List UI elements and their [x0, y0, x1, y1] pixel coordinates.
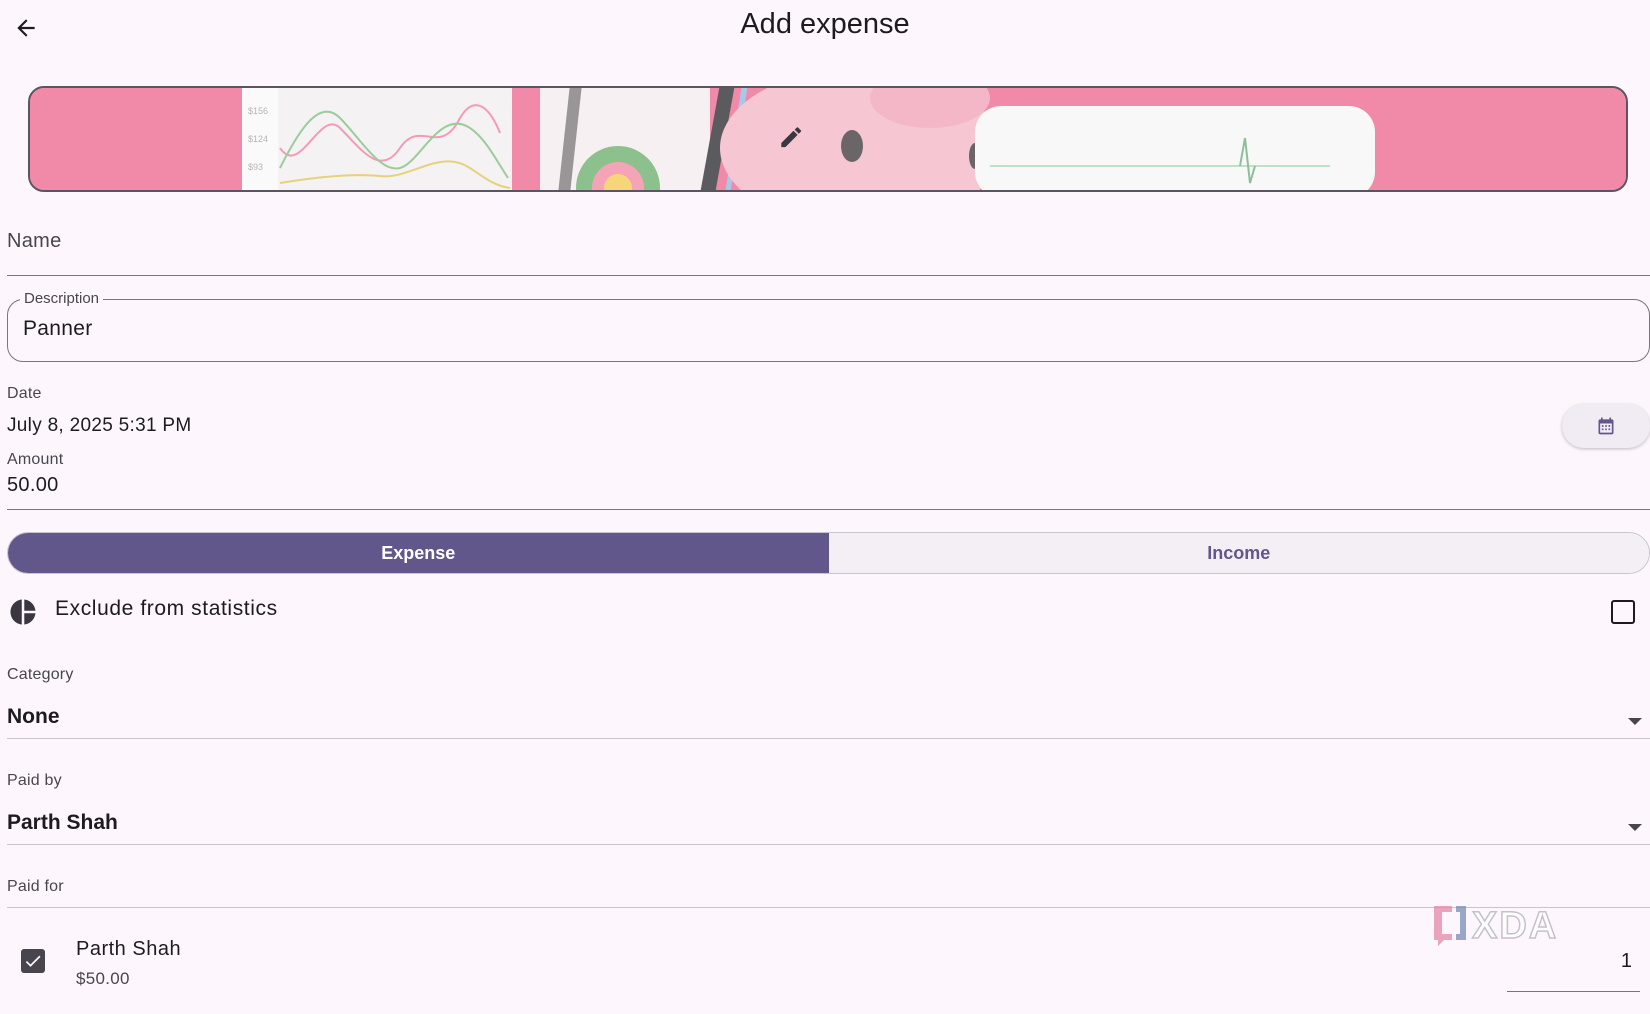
- category-dropdown[interactable]: None: [7, 700, 1650, 750]
- paid-by-label: Paid by: [7, 772, 62, 789]
- name-field[interactable]: Name: [7, 230, 1650, 278]
- paid-by-dropdown[interactable]: Parth Shah: [7, 806, 1650, 856]
- xda-logo-text: XDA: [1472, 905, 1558, 947]
- paid-by-underline: [7, 844, 1650, 845]
- exclude-statistics-checkbox[interactable]: [1611, 600, 1635, 624]
- banner-tick-3: $93: [248, 162, 263, 172]
- date-value[interactable]: July 8, 2025 5:31 PM: [7, 415, 192, 437]
- banner-image[interactable]: $156 $124 $93: [28, 86, 1628, 192]
- shares-value: 1: [1620, 950, 1632, 972]
- shares-underline: [1507, 990, 1640, 992]
- description-field[interactable]: Description Panner: [7, 290, 1650, 362]
- paid-for-checkbox[interactable]: [21, 949, 45, 973]
- category-value: None: [7, 705, 60, 728]
- check-icon: [25, 955, 41, 967]
- page-title: Add expense: [740, 8, 910, 40]
- description-value: Panner: [23, 317, 93, 340]
- xda-watermark: XDA: [1430, 898, 1590, 953]
- amount-value: 50.00: [7, 474, 59, 496]
- amount-label: Amount: [7, 451, 64, 468]
- category-label: Category: [7, 666, 74, 683]
- amount-field[interactable]: 50.00: [7, 474, 1650, 510]
- category-underline: [7, 738, 1650, 739]
- type-segmented-control: Expense Income: [7, 532, 1650, 574]
- name-placeholder: Name: [7, 230, 62, 252]
- calendar-icon: [1598, 417, 1614, 435]
- exclude-statistics-label: Exclude from statistics: [55, 597, 278, 620]
- banner-tick-2: $124: [248, 134, 268, 144]
- date-picker-button[interactable]: [1562, 404, 1650, 448]
- banner-tick-1: $156: [248, 106, 268, 116]
- paid-for-divider: [7, 907, 1650, 908]
- paid-for-person-amount: $50.00: [76, 969, 130, 988]
- paid-for-person-name: Parth Shah: [76, 938, 182, 960]
- banner-illustration: $156 $124 $93: [30, 88, 1626, 190]
- caret-down-icon: [1628, 824, 1642, 831]
- segment-expense[interactable]: Expense: [8, 533, 829, 573]
- name-underline: [7, 275, 1650, 276]
- segment-income[interactable]: Income: [828, 533, 1649, 573]
- paid-for-label: Paid for: [7, 878, 64, 895]
- pie-chart-icon: [8, 597, 38, 627]
- caret-down-icon: [1628, 718, 1642, 725]
- amount-underline: [7, 509, 1650, 510]
- description-label: Description: [20, 290, 104, 307]
- paid-by-value: Parth Shah: [7, 811, 118, 834]
- date-label: Date: [7, 385, 42, 402]
